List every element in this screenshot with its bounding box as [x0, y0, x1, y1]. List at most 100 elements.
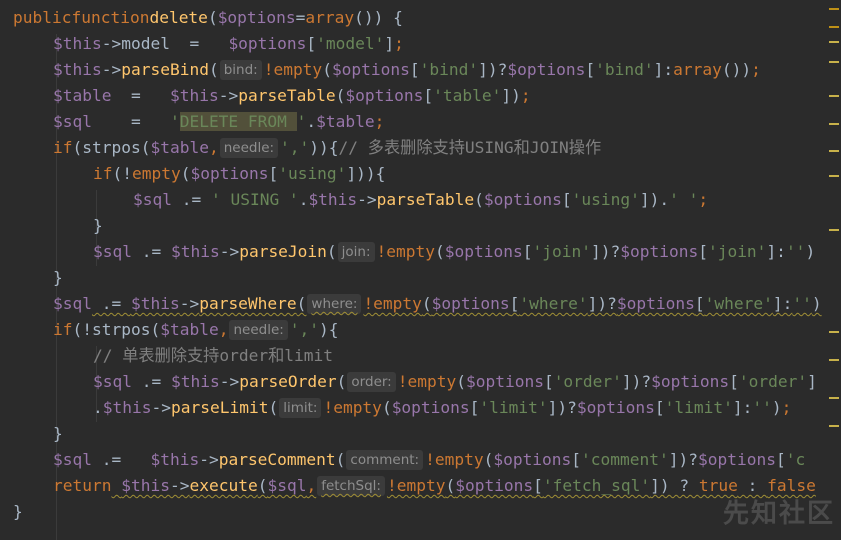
error-stripe-mark[interactable] — [829, 425, 839, 427]
code-token: // 单表删除支持order和limit — [93, 346, 334, 365]
code-token: ( — [207, 8, 218, 27]
error-stripe-mark[interactable] — [829, 331, 839, 333]
code-token: $this — [170, 242, 220, 261]
code-token: ( — [296, 294, 307, 313]
code-token: } — [13, 502, 23, 521]
code-line-4[interactable]: $table = $this->parseTable($options['tab… — [0, 83, 841, 109]
code-token: -> — [151, 398, 171, 417]
code-token: $this — [308, 190, 358, 209]
code-line-1[interactable]: publicfunctiondelete($options=array()) { — [0, 5, 841, 31]
code-line-7[interactable]: if(!empty($options['using'])){ — [0, 161, 841, 187]
error-stripe-mark[interactable] — [829, 61, 839, 63]
code-line-2[interactable]: $this->model = $options['model']; — [0, 31, 841, 57]
code-token: $options — [217, 8, 296, 27]
code-editor[interactable]: publicfunctiondelete($options=array()) {… — [0, 0, 841, 540]
error-stripe-mark[interactable] — [829, 229, 839, 231]
error-stripe-mark[interactable] — [829, 26, 839, 28]
error-stripe-mark[interactable] — [829, 8, 839, 10]
code-token: ( — [335, 86, 346, 105]
code-line-14[interactable]: // 单表删除支持order和limit — [0, 343, 841, 369]
error-stripe-mark[interactable] — [829, 397, 839, 399]
code-line-12[interactable]: $sql .= $this->parseWhere(where: !empty($… — [0, 291, 841, 317]
code-token: ( — [474, 190, 484, 209]
code-token: !empty — [323, 398, 382, 417]
code-token: [ — [533, 476, 543, 495]
code-token: $options — [331, 60, 410, 79]
code-token: delete — [149, 8, 208, 27]
code-token: parseLimit — [170, 398, 269, 417]
code-token: } — [93, 216, 103, 235]
code-token: parseTable — [376, 190, 475, 209]
code-token: 'table' — [433, 86, 502, 105]
code-token: $this — [150, 450, 200, 469]
code-line-9[interactable]: } — [0, 213, 841, 239]
code-token: ()) { — [354, 8, 403, 27]
code-token: DELETE FROM — [179, 112, 297, 131]
code-token: (strpos( — [72, 138, 151, 157]
code-token: $table — [316, 112, 375, 131]
code-line-16[interactable]: .$this->parseLimit(limit: !empty($options… — [0, 395, 841, 421]
code-token: ]: — [732, 398, 753, 417]
code-token: ])? — [621, 372, 652, 391]
code-token: 'where' — [519, 294, 588, 313]
code-token: [ — [543, 372, 554, 391]
code-line-13[interactable]: if(!strpos($table, needle: ','){ — [0, 317, 841, 343]
code-token: = — [91, 112, 170, 131]
code-line-10[interactable]: $sql .= $this->parseJoin(join: !empty($op… — [0, 239, 841, 265]
code-token: '' — [752, 398, 772, 417]
code-line-17[interactable]: } — [0, 421, 841, 447]
code-token: ) — [771, 398, 782, 417]
code-token: $sql — [53, 294, 92, 313]
code-token: ])){ — [346, 164, 386, 183]
parameter-hint: bind: — [219, 60, 262, 80]
code-token: [ — [522, 242, 533, 261]
code-token: $options — [576, 398, 655, 417]
code-token: $options — [507, 60, 586, 79]
code-line-8[interactable]: $sql .= ' USING '.$this->parseTable($opt… — [0, 187, 841, 213]
parameter-hint: comment: — [346, 450, 424, 470]
code-line-19[interactable]: return $this->execute($sql, fetchSql: !emp… — [0, 473, 841, 499]
code-line-11[interactable]: } — [0, 265, 841, 291]
code-token: $options — [444, 242, 523, 261]
code-line-6[interactable]: if(strpos($table, needle: ',')){// 多表删除支持U… — [0, 135, 841, 161]
code-token: !empty — [397, 372, 457, 391]
error-stripe-mark[interactable] — [829, 95, 839, 97]
error-stripe-mark[interactable] — [829, 123, 839, 125]
error-stripe-mark[interactable] — [829, 359, 839, 361]
code-token: ]: — [653, 60, 674, 79]
code-token: ; — [374, 112, 385, 131]
code-token: ] — [384, 34, 395, 53]
code-token: .= — [91, 450, 151, 469]
code-token: $sql — [133, 190, 172, 209]
code-token: !empty — [425, 450, 484, 469]
code-line-18[interactable]: $sql .= $this->parseComment(comment: !emp… — [0, 447, 841, 473]
code-token: , — [218, 320, 229, 339]
code-line-3[interactable]: $this->parseBind(bind: !empty($options['b… — [0, 57, 841, 83]
code-token: ; — [698, 190, 709, 209]
code-token: if — [53, 138, 73, 157]
code-token: ]) — [501, 86, 521, 105]
code-token: [ — [729, 372, 739, 391]
code-token: ]: — [772, 294, 793, 313]
watermark-logo: 先知社区 — [722, 499, 835, 529]
code-token: -> — [219, 372, 240, 391]
code-token: ) — [805, 242, 816, 261]
error-stripe-mark[interactable] — [829, 175, 839, 177]
code-token: ' — [169, 112, 180, 131]
code-token: ( — [322, 60, 332, 79]
code-token: ( — [435, 242, 445, 261]
code-line-5[interactable]: $sql = 'DELETE FROM '.$table; — [0, 109, 841, 135]
code-token: ' ' — [669, 190, 699, 209]
code-token: $options — [620, 242, 699, 261]
code-token: $this — [53, 60, 102, 79]
code-token: parseBind — [121, 60, 209, 79]
code-line-20[interactable]: } — [0, 499, 841, 525]
code-token: function — [71, 8, 150, 27]
code-line-15[interactable]: $sql .= $this->parseOrder(order: !empty($… — [0, 369, 841, 395]
code-token: [ — [654, 398, 665, 417]
code-token: !empty — [363, 294, 422, 313]
code-token: [ — [306, 34, 317, 53]
error-stripe-mark[interactable] — [829, 41, 839, 43]
error-stripe-mark[interactable] — [829, 150, 839, 152]
